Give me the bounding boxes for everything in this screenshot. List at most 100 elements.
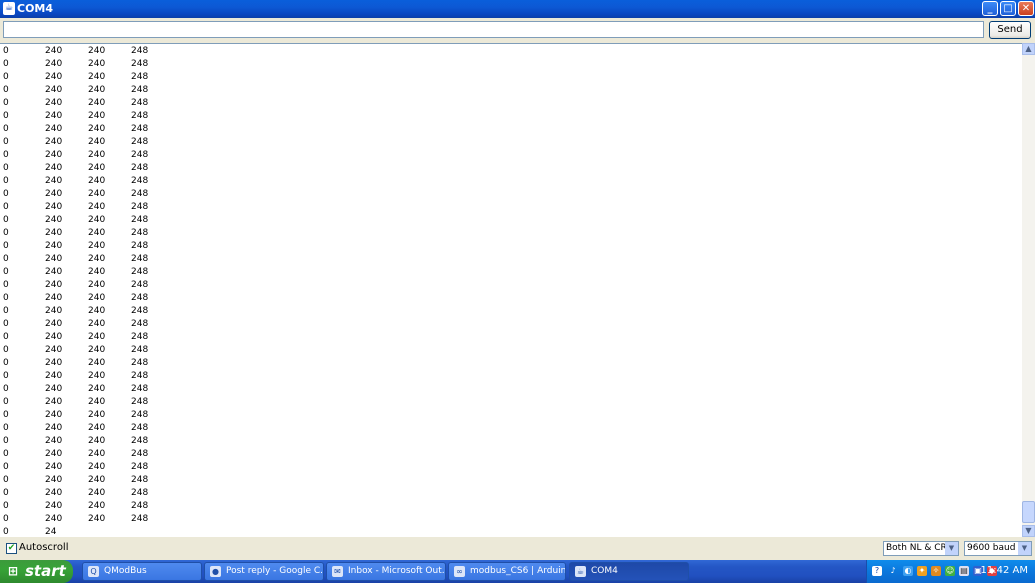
- title-bar[interactable]: ☕ COM4 _ □ ✕: [0, 0, 1035, 18]
- output-value: 240: [45, 488, 63, 498]
- output-value: 0: [3, 46, 9, 56]
- output-value: 240: [45, 254, 63, 264]
- output-value: 240: [45, 501, 63, 511]
- output-value: 0: [3, 488, 9, 498]
- output-value: 0: [3, 163, 9, 173]
- output-value: 240: [45, 241, 63, 251]
- line-ending-select[interactable]: Both NL & CR ▼: [883, 541, 959, 556]
- output-value: 240: [88, 319, 106, 329]
- output-value: 0: [3, 514, 9, 524]
- taskbar-item-chrome[interactable]: ● Post reply - Google C...: [204, 562, 324, 581]
- taskbar: ⊞ start Q QModBus ● Post reply - Google …: [0, 560, 1035, 583]
- update-icon[interactable]: ✧: [931, 566, 941, 576]
- output-value: 248: [131, 59, 149, 69]
- taskbar-item-outlook[interactable]: ✉ Inbox - Microsoft Out...: [326, 562, 446, 581]
- sound-icon[interactable]: ♪: [888, 566, 898, 576]
- output-value: 248: [131, 241, 149, 251]
- output-value: 248: [131, 488, 149, 498]
- output-value: 248: [131, 358, 149, 368]
- chevron-down-icon[interactable]: ▼: [945, 542, 958, 555]
- output-value: 248: [131, 267, 149, 277]
- output-value: 0: [3, 215, 9, 225]
- output-value: 240: [45, 228, 63, 238]
- output-value: 248: [131, 397, 149, 407]
- baud-rate-select[interactable]: 9600 baud ▼: [964, 541, 1032, 556]
- output-value: 240: [88, 306, 106, 316]
- output-value: 240: [45, 410, 63, 420]
- output-value: 0: [3, 124, 9, 134]
- output-value: 240: [45, 59, 63, 69]
- vertical-scrollbar[interactable]: ▲ ▼: [1022, 43, 1035, 537]
- messenger-icon[interactable]: ☺: [945, 566, 955, 576]
- line-ending-value: Both NL & CR: [886, 543, 947, 553]
- output-value: 240: [88, 215, 106, 225]
- output-value: 248: [131, 436, 149, 446]
- scroll-down-arrow-icon[interactable]: ▼: [1022, 525, 1035, 537]
- output-value: 240: [88, 163, 106, 173]
- network-icon[interactable]: ◐: [903, 566, 913, 576]
- output-value: 248: [131, 176, 149, 186]
- output-value: 248: [131, 280, 149, 290]
- output-value: 240: [88, 85, 106, 95]
- baud-rate-value: 9600 baud: [967, 543, 1016, 553]
- close-button[interactable]: ✕: [1018, 1, 1034, 16]
- clock[interactable]: 11:42 AM: [981, 565, 1028, 576]
- send-button[interactable]: Send: [989, 21, 1031, 39]
- output-value: 240: [88, 384, 106, 394]
- output-value: 240: [88, 111, 106, 121]
- security-icon[interactable]: ✦: [917, 566, 927, 576]
- output-value: 0: [3, 371, 9, 381]
- taskbar-item-qmodbus[interactable]: Q QModBus: [82, 562, 202, 581]
- taskbar-item-label: COM4: [591, 566, 618, 576]
- java-icon: ☕: [3, 2, 15, 15]
- send-input[interactable]: [3, 21, 984, 38]
- system-tray: ? ♪ ◐ ✦ ✧ ☺ ▤ ▣ ◆ 11:42 AM: [866, 560, 1035, 583]
- output-value: 240: [45, 267, 63, 277]
- output-value: 240: [45, 111, 63, 121]
- output-value: 0: [3, 462, 9, 472]
- output-value: 0: [3, 306, 9, 316]
- scroll-up-arrow-icon[interactable]: ▲: [1022, 43, 1035, 55]
- output-value: 240: [45, 189, 63, 199]
- output-value: 240: [45, 384, 63, 394]
- output-value: 0: [3, 59, 9, 69]
- chevron-down-icon[interactable]: ▼: [1018, 542, 1031, 555]
- output-value: 240: [45, 293, 63, 303]
- output-value: 0: [3, 293, 9, 303]
- minimize-button[interactable]: _: [982, 1, 998, 16]
- output-value: 248: [131, 228, 149, 238]
- maximize-button[interactable]: □: [1000, 1, 1016, 16]
- output-value: 248: [131, 293, 149, 303]
- taskbar-item-arduino[interactable]: ∞ modbus_CS6 | Arduin...: [448, 562, 566, 581]
- output-value: 240: [88, 46, 106, 56]
- output-value: 240: [88, 293, 106, 303]
- output-value: 240: [45, 462, 63, 472]
- printer-icon[interactable]: ▤: [959, 566, 969, 576]
- output-value: 240: [88, 98, 106, 108]
- output-value: 0: [3, 345, 9, 355]
- send-toolbar: Send: [0, 18, 1035, 42]
- output-value: 248: [131, 475, 149, 485]
- output-value: 240: [45, 85, 63, 95]
- output-value: 0: [3, 254, 9, 264]
- output-value: 0: [3, 449, 9, 459]
- output-value: 248: [131, 46, 149, 56]
- output-value: 240: [88, 410, 106, 420]
- output-value: 240: [45, 345, 63, 355]
- help-icon[interactable]: ?: [872, 566, 882, 576]
- output-value: 0: [3, 241, 9, 251]
- output-value: 240: [88, 423, 106, 433]
- output-value: 240: [45, 150, 63, 160]
- output-value: 240: [45, 332, 63, 342]
- output-value: 240: [45, 176, 63, 186]
- serial-output[interactable]: 0 240 240 248 0 240 240 248 0 240 240 248 0 240 240 248…: [0, 43, 1022, 538]
- output-value: 248: [131, 189, 149, 199]
- output-value: 240: [45, 423, 63, 433]
- autoscroll-checkbox[interactable]: ✔: [6, 543, 17, 554]
- scroll-thumb[interactable]: [1022, 501, 1035, 523]
- start-button[interactable]: ⊞ start: [0, 560, 73, 583]
- output-value: 240: [88, 202, 106, 212]
- taskbar-item-com4[interactable]: ☕ COM4: [569, 562, 689, 581]
- output-value: 240: [45, 449, 63, 459]
- output-value: 248: [131, 150, 149, 160]
